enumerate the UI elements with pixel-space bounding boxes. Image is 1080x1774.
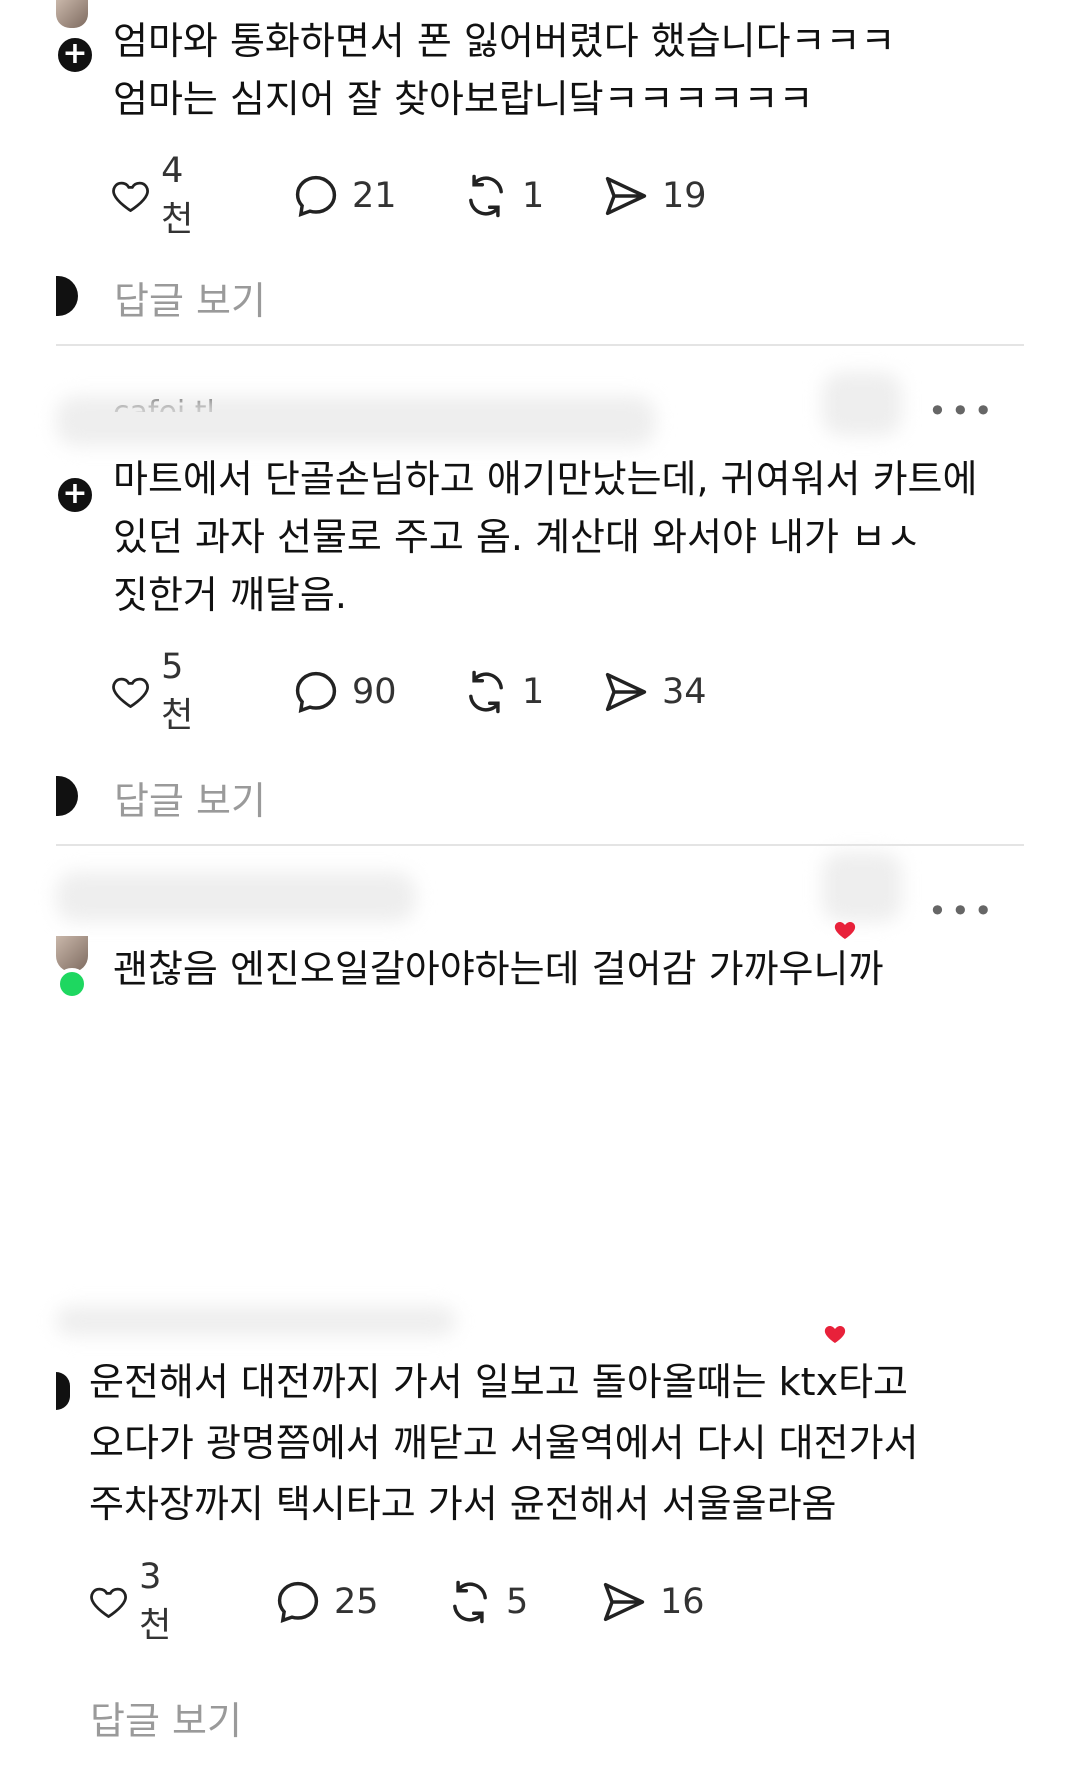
share-send-icon xyxy=(605,672,647,712)
view-replies-label: 답글 보기 xyxy=(90,1699,242,1743)
redacted-header xyxy=(56,1306,456,1336)
repost-button[interactable]: 1 xyxy=(460,664,544,720)
post-text: 괜찮음 엔진오일갈아야하는데 걸어감 가까우니까 xyxy=(113,947,884,991)
share-count: 16 xyxy=(660,1582,705,1622)
avatar[interactable] xyxy=(56,0,88,28)
post-text: 운전해서 대전까지 가서 일보고 돌아올때는 ktx타고 오다가 광명쯤에서 깨… xyxy=(89,1360,919,1526)
comment-button[interactable]: 90 xyxy=(290,664,397,720)
post-text: 마트에서 단골손님하고 애기만났는데, 귀여워서 카트에 있던 과자 선물로 주… xyxy=(113,457,978,617)
share-button[interactable]: 19 xyxy=(600,168,707,224)
post-text: 엄마와 통화하면서 폰 잃어버렸다 했습니다ㅋㅋㅋ 엄마는 심지어 잘 찾아보랍… xyxy=(113,19,896,121)
thread-avatar-stub[interactable] xyxy=(56,1372,70,1410)
comment-button[interactable]: 21 xyxy=(290,168,397,224)
thread-avatar-stub xyxy=(56,276,78,316)
more-options-icon[interactable]: ••• xyxy=(928,892,997,930)
comment-count: 21 xyxy=(352,176,397,216)
divider xyxy=(56,844,1024,846)
liked-by-author-icon xyxy=(834,922,856,939)
repost-button[interactable]: 5 xyxy=(444,1574,528,1630)
follow-plus-icon[interactable]: + xyxy=(54,34,96,76)
comment-count: 25 xyxy=(334,1582,379,1622)
repost-icon xyxy=(469,174,503,218)
comment-bubble-icon xyxy=(295,175,337,218)
more-options-icon[interactable]: ••• xyxy=(928,392,997,430)
redacted-header xyxy=(56,396,656,446)
like-count: 4천 xyxy=(161,150,194,240)
liked-by-author-icon xyxy=(824,1326,846,1343)
share-count: 19 xyxy=(662,176,707,216)
repost-icon xyxy=(469,670,503,714)
share-button[interactable]: 34 xyxy=(600,664,707,720)
comment-bubble-icon xyxy=(295,671,337,714)
like-button[interactable]: 4천 xyxy=(110,151,204,240)
follow-plus-icon[interactable]: + xyxy=(54,474,96,516)
divider xyxy=(56,344,1024,346)
repost-count: 1 xyxy=(522,672,545,712)
redacted-avatar-right xyxy=(822,372,902,436)
redacted-avatar-right xyxy=(822,852,902,922)
repost-icon xyxy=(453,1580,487,1624)
heart-icon xyxy=(112,181,149,213)
online-status-icon xyxy=(56,968,88,1000)
avatar[interactable] xyxy=(56,936,88,972)
redacted-header xyxy=(56,872,416,922)
heart-icon xyxy=(112,677,149,709)
heart-icon xyxy=(90,1587,127,1619)
like-button[interactable]: 5천 xyxy=(110,647,204,736)
like-button[interactable]: 3천 xyxy=(88,1557,182,1646)
comment-count: 90 xyxy=(352,672,397,712)
comment-bubble-icon xyxy=(277,1581,319,1624)
like-count: 5천 xyxy=(161,646,194,736)
share-send-icon xyxy=(603,1582,645,1622)
share-send-icon xyxy=(605,176,647,216)
share-button[interactable]: 16 xyxy=(598,1574,705,1630)
like-count: 3천 xyxy=(139,1556,172,1646)
thread-avatar-stub xyxy=(56,776,78,816)
repost-button[interactable]: 1 xyxy=(460,168,544,224)
repost-count: 1 xyxy=(522,176,545,216)
view-replies-label: 답글 보기 xyxy=(114,279,266,323)
view-replies-label: 답글 보기 xyxy=(114,779,266,823)
share-count: 34 xyxy=(662,672,707,712)
comment-button[interactable]: 25 xyxy=(272,1574,379,1630)
repost-count: 5 xyxy=(506,1582,529,1622)
